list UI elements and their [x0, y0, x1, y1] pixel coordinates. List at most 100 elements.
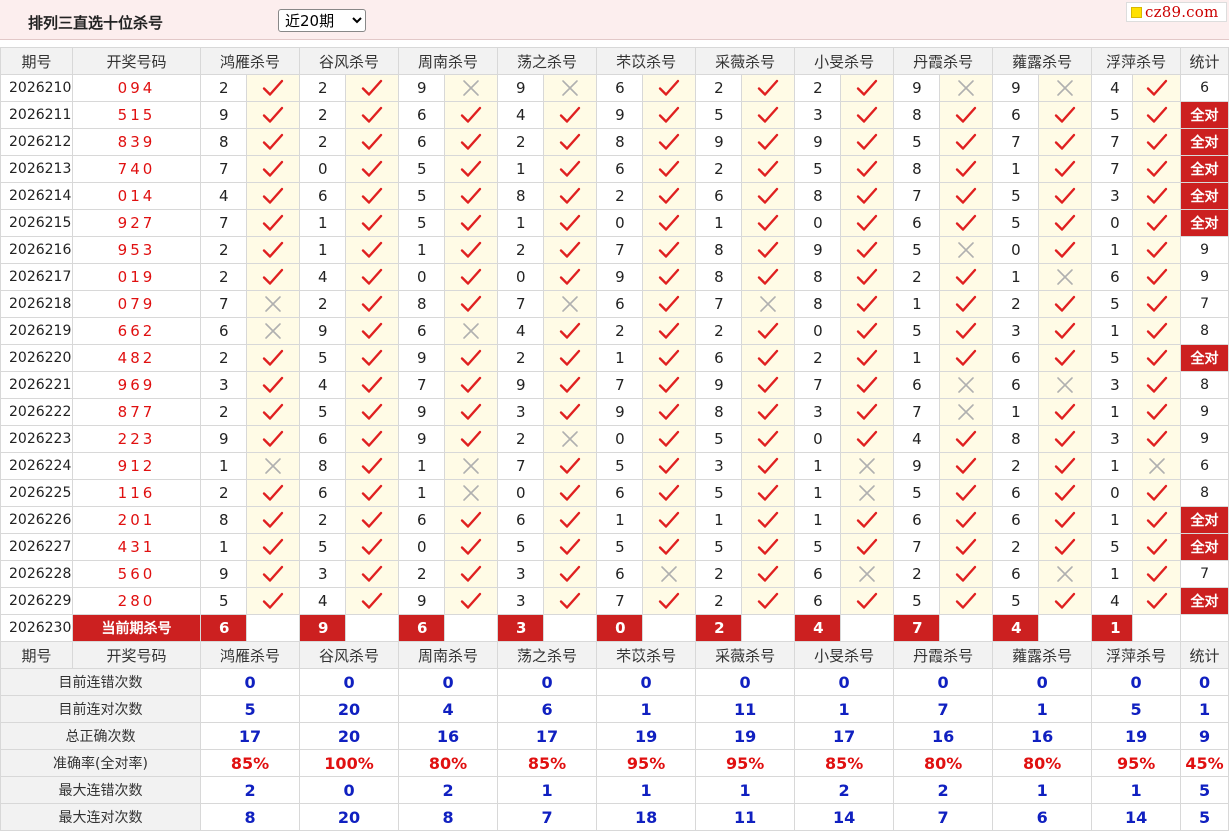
stats-value: 6	[992, 803, 1093, 831]
stats-value: 7	[893, 695, 994, 723]
kill-result	[1132, 290, 1182, 318]
check-icon	[1146, 350, 1167, 366]
stat-cell: 6	[1180, 74, 1229, 102]
period-number: 2026220	[0, 344, 73, 372]
kill-result	[642, 128, 697, 156]
stats-value: 0	[1091, 668, 1182, 696]
kill-number: 3	[497, 398, 545, 426]
kill-result	[245, 236, 301, 264]
kill-result	[444, 533, 499, 561]
period-select[interactable]: 近20期	[278, 9, 366, 32]
kill-number: 5	[695, 425, 743, 453]
check-icon	[361, 485, 383, 501]
kill-result	[245, 263, 301, 291]
kill-result	[741, 263, 796, 291]
period-number: 2026218	[0, 290, 73, 318]
stats-value: 0	[596, 668, 697, 696]
kill-result	[444, 506, 499, 534]
check-icon	[757, 350, 779, 366]
kill-number: 1	[695, 506, 743, 534]
kill-result	[642, 533, 697, 561]
period-number: 2026227	[0, 533, 73, 561]
kill-number: 5	[893, 479, 941, 507]
check-icon	[856, 161, 878, 177]
kill-result	[1132, 182, 1182, 210]
kill-number: 3	[497, 560, 545, 588]
check-icon	[757, 215, 779, 231]
stat-cell: 8	[1180, 317, 1229, 345]
kill-result	[1132, 587, 1182, 615]
kill-number: 0	[299, 155, 347, 183]
draw-number: 014	[72, 182, 201, 210]
kill-result	[543, 209, 598, 237]
check-icon	[1054, 323, 1076, 339]
kill-result	[1132, 209, 1182, 237]
draw-number: 019	[72, 263, 201, 291]
check-icon	[757, 377, 779, 393]
check-icon	[361, 242, 383, 258]
kill-number: 9	[200, 101, 247, 129]
check-icon	[1054, 404, 1076, 420]
table-row: 2026218 079 7 2 8 7 6 7 8 1 2 5 7	[0, 290, 1229, 318]
check-icon	[262, 512, 284, 528]
site-logo[interactable]: cz89.com	[1126, 2, 1227, 22]
kill-number: 9	[398, 398, 446, 426]
header-expert: 芣苡杀号	[596, 641, 697, 669]
check-icon	[262, 269, 284, 285]
kill-number: 8	[992, 425, 1040, 453]
cross-icon	[1057, 269, 1073, 286]
kill-number: 8	[596, 128, 644, 156]
kill-result	[245, 506, 301, 534]
stats-label: 准确率(全对率)	[0, 749, 201, 777]
kill-number: 6	[893, 371, 941, 399]
check-icon	[1146, 323, 1167, 339]
check-icon	[460, 539, 482, 555]
check-icon	[856, 80, 878, 96]
kill-result	[939, 209, 994, 237]
kill-result	[444, 128, 499, 156]
kill-number: 8	[299, 452, 347, 480]
kill-number: 2	[893, 560, 941, 588]
table-row: 2026221 969 3 4 7 9 7 9 7 6 6 3 8	[0, 371, 1229, 399]
cross-icon	[661, 566, 677, 583]
kill-result	[1132, 533, 1182, 561]
kill-number: 6	[992, 479, 1040, 507]
kill-result	[1132, 398, 1182, 426]
kill-number: 5	[299, 344, 347, 372]
current-kill-number: 4	[794, 614, 842, 642]
kill-result	[939, 533, 994, 561]
kill-number: 9	[992, 74, 1040, 102]
kill-number: 2	[695, 560, 743, 588]
kill-number: 7	[596, 236, 644, 264]
kill-result	[1038, 101, 1093, 129]
table-row: 2026211 515 9 2 6 4 9 5 3 8 6 5 全对	[0, 101, 1229, 129]
check-icon	[1054, 350, 1076, 366]
check-icon	[460, 107, 482, 123]
kill-result	[345, 533, 400, 561]
kill-result	[444, 290, 499, 318]
kill-number: 3	[200, 371, 247, 399]
header-expert: 浮萍杀号	[1091, 47, 1182, 75]
kill-result	[1132, 74, 1182, 102]
stats-value: 0	[299, 668, 400, 696]
kill-result	[345, 182, 400, 210]
kill-result	[939, 155, 994, 183]
kill-result	[939, 344, 994, 372]
kill-result	[444, 101, 499, 129]
period-number: 2026214	[0, 182, 73, 210]
current-row: 2026230 当前期杀号 6 9 6 3 0 2 4 7 4 1	[0, 614, 1229, 642]
kill-result	[840, 371, 895, 399]
kill-result	[245, 155, 301, 183]
kill-result	[840, 263, 895, 291]
check-icon	[856, 539, 878, 555]
current-kill-spacer	[245, 614, 301, 642]
stats-value: 11	[695, 803, 796, 831]
check-icon	[262, 161, 284, 177]
check-icon	[658, 215, 680, 231]
stats-value: 2	[199, 776, 301, 804]
draw-number: 969	[72, 371, 201, 399]
stats-row: 最大连错次数 2 0 2 1 1 1 2 2 1 1 5	[0, 776, 1229, 804]
check-icon	[955, 458, 977, 474]
kill-result	[840, 425, 895, 453]
kill-number: 1	[695, 209, 743, 237]
